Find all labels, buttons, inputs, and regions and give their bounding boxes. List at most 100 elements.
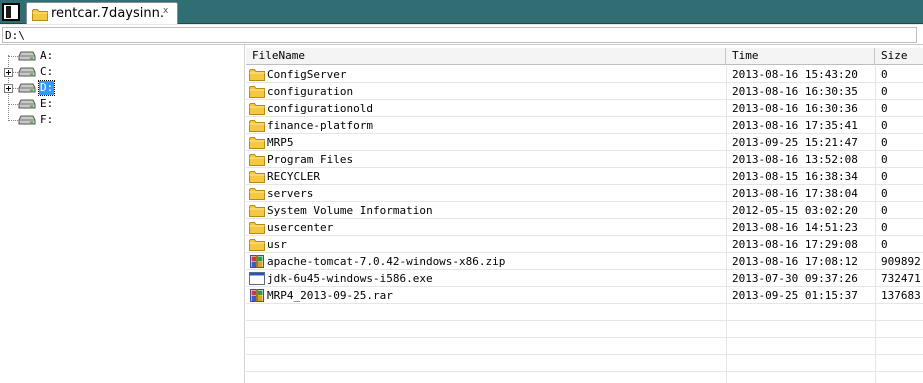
file-name: Program Files [267,153,354,166]
column-header-filename[interactable]: FileName [246,48,726,65]
table-row[interactable]: usr 2013-08-16 17:29:08 0 [246,236,923,253]
file-size: 0 [881,153,888,166]
file-size: 0 [881,102,888,115]
file-name: apache-tomcat-7.0.42-windows-x86.zip [267,255,506,268]
empty-row [246,321,923,338]
tree-item-drive[interactable]: C: [0,64,240,80]
folder-icon [249,68,265,81]
tab-bar: rentcar.7daysinn. x [0,0,923,24]
folder-icon [249,238,265,251]
path-input[interactable] [2,27,917,43]
file-size: 0 [881,136,888,149]
folder-icon [249,221,265,234]
drive-label: E: [40,97,54,110]
table-row[interactable]: jdk-6u45-windows-i586.exe 2013-07-30 09:3… [246,270,923,287]
drive-tree: A: C: D: E: F: [0,45,245,383]
hard-drive-icon [18,67,36,77]
archive-icon [249,255,265,268]
tree-item-drive[interactable]: F: [0,112,240,128]
file-time: 2013-09-25 15:21:47 [732,136,858,149]
file-time: 2012-05-15 03:02:20 [732,204,858,217]
file-time: 2013-08-16 16:30:35 [732,85,858,98]
file-name: MRP4_2013-09-25.rar [267,289,393,302]
file-time: 2013-08-16 17:08:12 [732,255,858,268]
table-row[interactable]: MRP4_2013-09-25.rar 2013-09-25 01:15:37 13… [246,287,923,304]
panel-toggle-button[interactable] [2,3,20,21]
file-time: 2013-09-25 01:15:37 [732,289,858,302]
file-time: 2013-08-16 16:30:36 [732,102,858,115]
table-row[interactable]: configurationold 2013-08-16 16:30:36 0 [246,100,923,117]
empty-row [246,355,923,372]
file-size: 0 [881,170,888,183]
table-row[interactable]: usercenter 2013-08-16 14:51:23 0 [246,219,923,236]
column-header-time[interactable]: Time [726,48,875,65]
file-name: configurationold [267,102,373,115]
drive-label: D: [37,80,56,96]
tree-item-drive[interactable]: D: [0,80,240,96]
table-row[interactable]: ConfigServer 2013-08-16 15:43:20 0 [246,66,923,83]
file-time: 2013-08-16 17:38:04 [732,187,858,200]
file-list: FileName Time Size ConfigServer 2013-08-1… [246,45,923,383]
hard-drive-icon [18,51,36,61]
file-size: 0 [881,119,888,132]
folder-icon [249,102,265,115]
folder-icon [249,204,265,217]
empty-row [246,372,923,383]
table-row[interactable]: configuration 2013-08-16 16:30:35 0 [246,83,923,100]
hard-drive-icon [18,99,36,109]
archive-icon [249,289,265,302]
file-name: usercenter [267,221,334,234]
drive-label: A: [40,49,54,62]
table-row[interactable]: Program Files 2013-08-16 13:52:08 0 [246,151,923,168]
file-time: 2013-08-16 15:43:20 [732,68,858,81]
file-size: 137683 [881,289,921,302]
exe-icon [249,272,265,285]
table-row[interactable]: finance-platform 2013-08-16 17:35:41 0 [246,117,923,134]
tab-rentcar[interactable]: rentcar.7daysinn. x [26,2,178,24]
file-size: 732471 [881,272,921,285]
tree-item-drive[interactable]: E: [0,96,240,112]
file-name: System Volume Information [267,204,433,217]
file-size: 0 [881,68,888,81]
table-row[interactable]: RECYCLER 2013-08-15 16:38:34 0 [246,168,923,185]
file-size: 909892 [881,255,921,268]
folder-icon [249,119,265,132]
hard-drive-icon [18,83,36,93]
table-row[interactable]: System Volume Information 2012-05-15 03:0… [246,202,923,219]
file-time: 2013-08-16 17:29:08 [732,238,858,251]
file-size: 0 [881,238,888,251]
hard-drive-icon [18,115,36,125]
expand-plus-icon[interactable] [4,68,13,77]
file-name: finance-platform [267,119,373,132]
file-name: configuration [267,85,354,98]
tree-item-drive[interactable]: A: [0,48,240,64]
tab-close-icon[interactable]: x [163,6,175,18]
file-name: MRP5 [267,136,294,149]
file-time: 2013-07-30 09:37:26 [732,272,858,285]
file-size: 0 [881,85,888,98]
file-time: 2013-08-16 14:51:23 [732,221,858,234]
folder-icon [32,9,48,21]
drive-label: C: [40,65,54,78]
expand-plus-icon[interactable] [4,84,13,93]
table-row[interactable]: apache-tomcat-7.0.42-windows-x86.zip 2013… [246,253,923,270]
empty-row [246,304,923,321]
folder-icon [249,85,265,98]
file-time: 2013-08-16 13:52:08 [732,153,858,166]
file-name: usr [267,238,287,251]
file-size: 0 [881,187,888,200]
file-name: RECYCLER [267,170,320,183]
file-name: ConfigServer [267,68,347,81]
file-size: 0 [881,204,888,217]
empty-row [246,338,923,355]
table-row[interactable]: servers 2013-08-16 17:38:04 0 [246,185,923,202]
file-time: 2013-08-16 17:35:41 [732,119,858,132]
folder-icon [249,170,265,183]
tab-title: rentcar.7daysinn. [51,6,164,21]
folder-icon [249,136,265,149]
file-size: 0 [881,221,888,234]
column-header-size[interactable]: Size [875,48,923,65]
table-row[interactable]: MRP5 2013-09-25 15:21:47 0 [246,134,923,151]
path-bar [0,24,923,45]
file-name: servers [267,187,314,200]
